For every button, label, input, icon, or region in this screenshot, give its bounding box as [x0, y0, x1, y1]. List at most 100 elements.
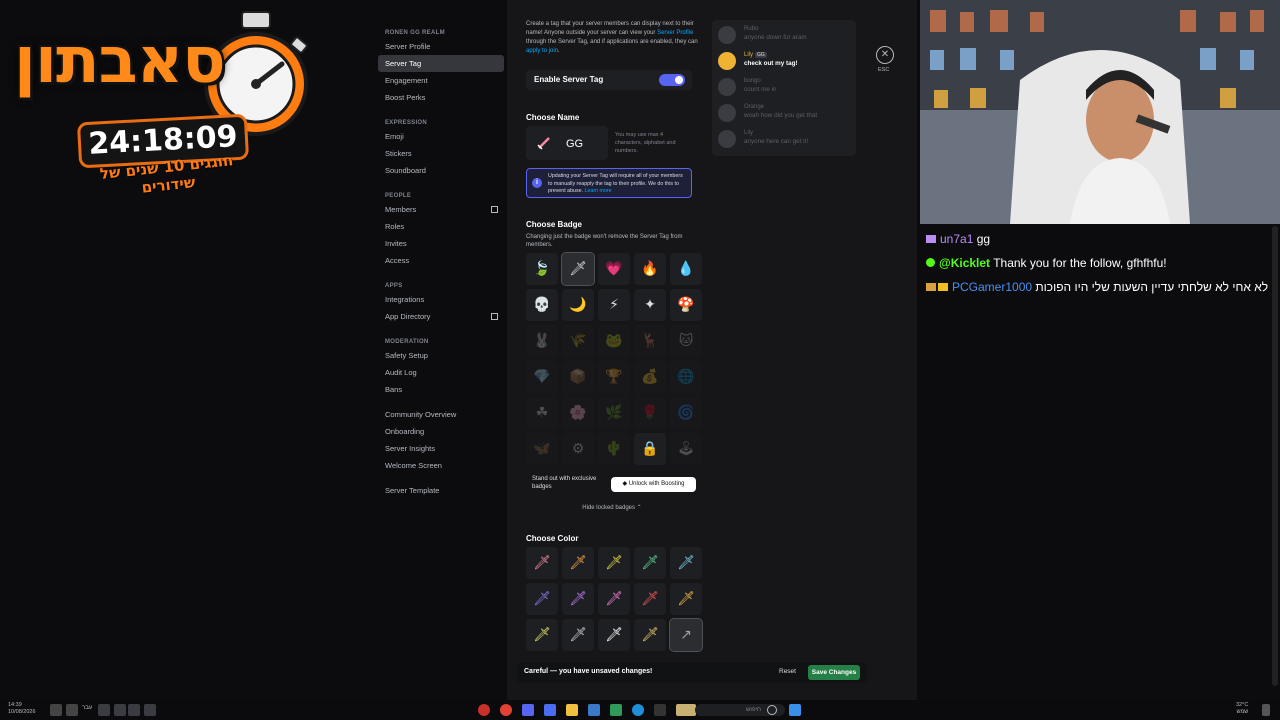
language-indicator[interactable]: עבר: [82, 705, 92, 711]
color-option[interactable]: 🗡: [562, 547, 594, 579]
sidebar-item-members[interactable]: Members: [378, 201, 504, 218]
sidebar-item-soundboard[interactable]: Soundboard: [378, 162, 504, 179]
badge-option[interactable]: 🌙: [562, 289, 594, 321]
folder-icon[interactable]: [566, 704, 578, 716]
badge-option[interactable]: 🌸: [562, 397, 594, 429]
chat-username[interactable]: PCGamer1000: [952, 280, 1032, 294]
edge-icon[interactable]: [632, 704, 644, 716]
color-option[interactable]: 🗡: [634, 619, 666, 651]
badge-option[interactable]: 💰: [634, 361, 666, 393]
color-option[interactable]: 🗡: [526, 547, 558, 579]
sidebar-item-onboarding[interactable]: Onboarding: [378, 423, 504, 440]
tag-name-input[interactable]: GG: [526, 126, 608, 160]
app-icon-dark[interactable]: [654, 704, 666, 716]
show-desktop-button[interactable]: [1262, 704, 1270, 716]
sidebar-item-engagement[interactable]: Engagement: [378, 72, 504, 89]
badge-option[interactable]: 🐱: [670, 325, 702, 357]
close-settings-button[interactable]: ✕: [876, 46, 894, 64]
badge-option[interactable]: 🔥: [634, 253, 666, 285]
badge-option[interactable]: ⚙: [562, 433, 594, 465]
app-icon-red[interactable]: [478, 704, 490, 716]
sidebar-item-stickers[interactable]: Stickers: [378, 145, 504, 162]
sidebar-item-community-overview[interactable]: Community Overview: [378, 406, 504, 423]
chevron-up-icon[interactable]: [144, 704, 156, 716]
app-icon-green[interactable]: [610, 704, 622, 716]
custom-color-button[interactable]: ↗: [669, 618, 703, 652]
mic-icon[interactable]: [98, 704, 110, 716]
badge-option[interactable]: 🗡: [561, 252, 595, 286]
color-option[interactable]: 🗡: [634, 583, 666, 615]
badge-option[interactable]: ⚡: [598, 289, 630, 321]
badge-option[interactable]: 🐸: [598, 325, 630, 357]
app-icon-blue[interactable]: [544, 704, 556, 716]
hide-locked-badges-button[interactable]: Hide locked badges ⌃: [567, 504, 657, 511]
record-icon[interactable]: [128, 704, 140, 716]
color-option[interactable]: 🗡: [526, 583, 558, 615]
sidebar-item-invites[interactable]: Invites: [378, 235, 504, 252]
badge-option[interactable]: 🏆: [598, 361, 630, 393]
sidebar-item-emoji[interactable]: Emoji: [378, 128, 504, 145]
color-option[interactable]: 🗡: [670, 547, 702, 579]
sidebar-item-server-profile[interactable]: Server Profile: [378, 38, 504, 55]
sidebar-item-welcome-screen[interactable]: Welcome Screen: [378, 457, 504, 474]
color-option[interactable]: 🗡: [598, 619, 630, 651]
sidebar-item-server-tag[interactable]: Server Tag: [378, 55, 504, 72]
sidebar-item-audit-log[interactable]: Audit Log: [378, 364, 504, 381]
learn-more-link[interactable]: Learn more: [585, 188, 612, 194]
badge-option[interactable]: 💧: [670, 253, 702, 285]
color-option[interactable]: 🗡: [598, 547, 630, 579]
vscode-icon[interactable]: [588, 704, 600, 716]
server-profile-link[interactable]: Server Profile: [657, 30, 693, 36]
sidebar-item-server-insights[interactable]: Server Insights: [378, 440, 504, 457]
badge-option[interactable]: 🐰: [526, 325, 558, 357]
enable-server-tag-toggle[interactable]: [659, 74, 685, 86]
color-option[interactable]: 🗡: [598, 583, 630, 615]
badge-option[interactable]: 🌀: [670, 397, 702, 429]
sidebar-item-safety-setup[interactable]: Safety Setup: [378, 347, 504, 364]
badge-option[interactable]: ☘: [526, 397, 558, 429]
badge-option[interactable]: ✦: [634, 289, 666, 321]
apply-to-join-link[interactable]: apply to join: [526, 48, 558, 54]
speaker-icon[interactable]: [50, 704, 62, 716]
badge-option[interactable]: 🕹: [670, 433, 702, 465]
badge-option[interactable]: 🌹: [634, 397, 666, 429]
badge-option[interactable]: 💗: [598, 253, 630, 285]
badge-option[interactable]: 🌵: [598, 433, 630, 465]
sidebar-item-app-directory[interactable]: App Directory: [378, 308, 504, 325]
chrome-icon[interactable]: [500, 704, 512, 716]
color-option[interactable]: 🗡: [562, 619, 594, 651]
chat-scrollbar[interactable]: [1272, 226, 1278, 686]
badge-option[interactable]: 🍄: [670, 289, 702, 321]
badge-option[interactable]: 🌐: [670, 361, 702, 393]
sidebar-item-boost-perks[interactable]: Boost Perks: [378, 89, 504, 106]
sidebar-item-server-template[interactable]: Server Template: [378, 482, 504, 499]
sidebar-item-roles[interactable]: Roles: [378, 218, 504, 235]
badge-option[interactable]: 💎: [526, 361, 558, 393]
badge-option[interactable]: 📦: [562, 361, 594, 393]
badge-option[interactable]: 🌿: [598, 397, 630, 429]
reset-button[interactable]: Reset: [779, 668, 796, 675]
sidebar-item-bans[interactable]: Bans: [378, 381, 504, 398]
lock-icon[interactable]: 🔒: [634, 433, 666, 465]
color-option[interactable]: 🗡: [526, 619, 558, 651]
chat-username[interactable]: un7a1: [940, 232, 973, 246]
save-changes-button[interactable]: Save Changes: [808, 665, 860, 680]
discord-icon[interactable]: [522, 704, 534, 716]
color-option[interactable]: 🗡: [562, 583, 594, 615]
network-icon[interactable]: [114, 704, 126, 716]
weather-widget[interactable]: 32°C שמש: [1236, 702, 1248, 716]
monitor-icon[interactable]: [66, 704, 78, 716]
widgets-icon[interactable]: [676, 704, 696, 716]
windows-start-icon[interactable]: [789, 704, 801, 716]
color-option[interactable]: 🗡: [670, 583, 702, 615]
badge-option[interactable]: 💀: [526, 289, 558, 321]
chat-username[interactable]: @Kicklet: [939, 256, 990, 270]
badge-option[interactable]: 🦋: [526, 433, 558, 465]
badge-option[interactable]: 🌾: [562, 325, 594, 357]
badge-option[interactable]: 🦌: [634, 325, 666, 357]
color-option[interactable]: 🗡: [634, 547, 666, 579]
unlock-with-boosting-button[interactable]: ◆ Unlock with Boosting: [611, 477, 696, 492]
badge-option[interactable]: 🍃: [526, 253, 558, 285]
sidebar-item-access[interactable]: Access: [378, 252, 504, 269]
sidebar-item-integrations[interactable]: Integrations: [378, 291, 504, 308]
